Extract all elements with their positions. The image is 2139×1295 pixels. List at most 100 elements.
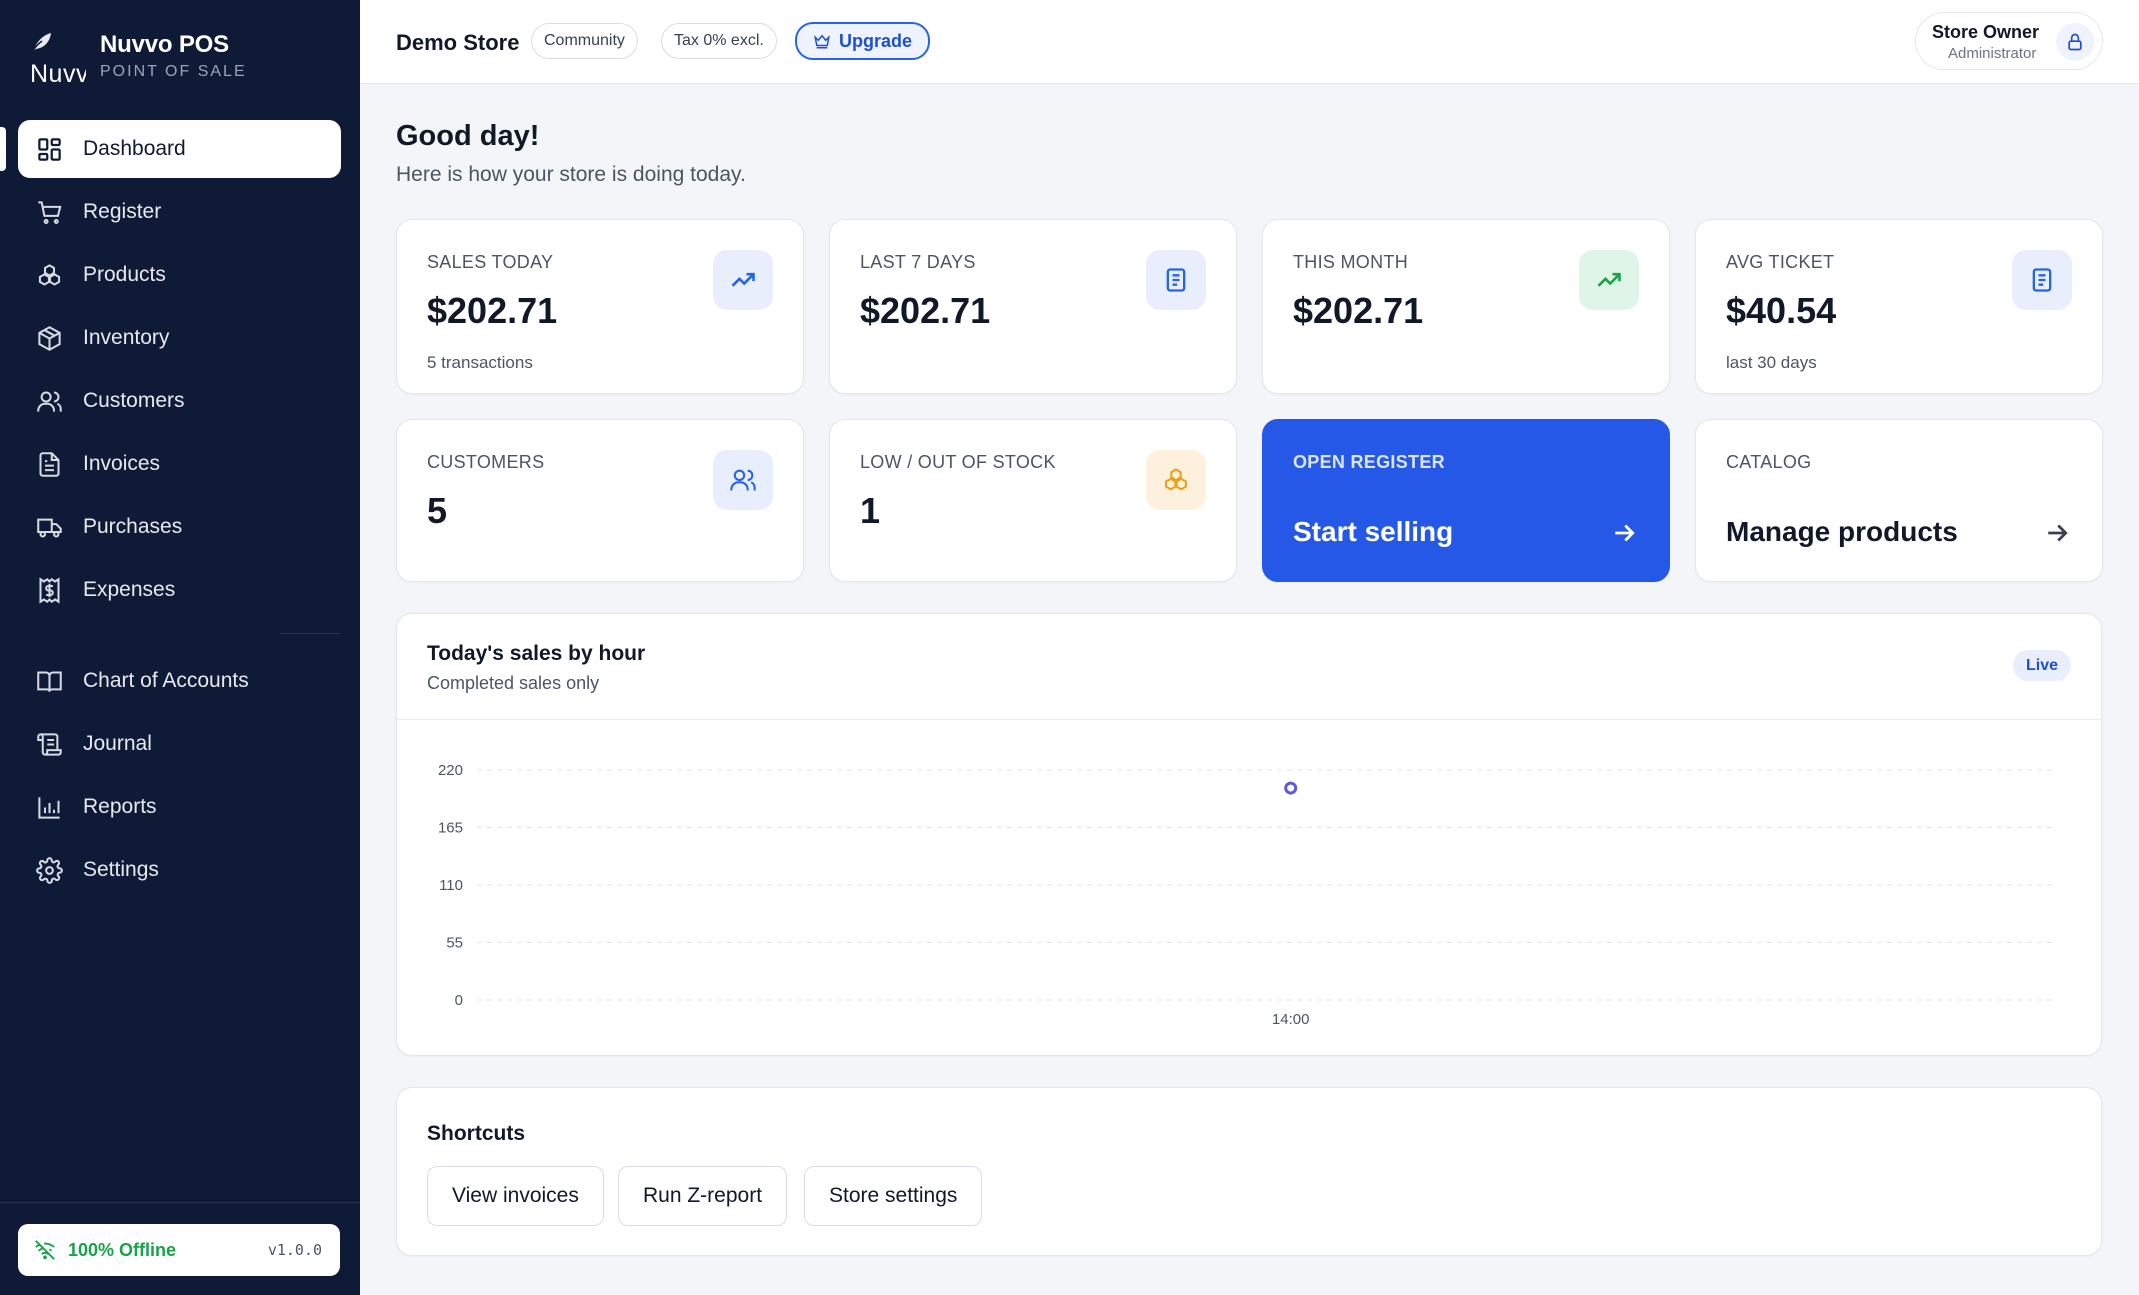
leaf-icon: [32, 33, 51, 52]
sidebar-item-register[interactable]: Register: [18, 183, 341, 241]
action-title: Start selling: [1293, 516, 1454, 547]
upgrade-button[interactable]: Upgrade: [795, 22, 931, 60]
crown-icon: [814, 34, 830, 49]
sidebar: Nuvvo Nuvvo POS POINT OF SALE Dashboard …: [0, 0, 360, 1295]
action-title: Manage products: [1726, 516, 1958, 547]
sidebar-item-products[interactable]: Products: [18, 246, 341, 304]
brand-name: Nuvvo POS: [100, 31, 229, 58]
stat-icon-badge: [1579, 250, 1639, 310]
stat-label: LOW / OUT OF STOCK: [860, 452, 1056, 472]
user-name: Store Owner: [1932, 22, 2040, 42]
y-tick-label: 0: [455, 992, 463, 1009]
sidebar-item-expenses[interactable]: Expenses: [18, 561, 341, 619]
sidebar-item-label: Products: [83, 263, 166, 286]
stat-icon-badge: [1146, 250, 1206, 310]
store-settings-button[interactable]: Store settings: [804, 1166, 983, 1226]
y-tick-label: 220: [438, 762, 463, 779]
shortcuts-card: Shortcuts View invoices Run Z-report Sto…: [396, 1087, 2102, 1256]
action-label: OPEN REGISTER: [1293, 452, 1445, 472]
stat-value: 5: [427, 490, 448, 531]
stat-label: THIS MONTH: [1293, 252, 1408, 272]
stat-label: CUSTOMERS: [427, 452, 545, 472]
y-tick-label: 110: [439, 877, 463, 894]
sidebar-item-journal[interactable]: Journal: [18, 715, 341, 773]
sidebar-item-label: Settings: [83, 858, 159, 881]
sidebar-item-customers[interactable]: Customers: [18, 372, 341, 430]
stat-card-last-7-days: LAST 7 DAYS $202.71: [829, 219, 1237, 394]
upgrade-label: Upgrade: [839, 30, 913, 51]
stat-icon-badge: [1146, 450, 1206, 510]
boxes-icon: [1165, 468, 1187, 491]
chart-title: Today's sales by hour: [427, 642, 646, 665]
book-icon: [37, 670, 62, 692]
stat-value: $202.71: [1293, 290, 1424, 331]
arrow-right-icon: [2048, 524, 2068, 542]
data-point[interactable]: [1284, 781, 1298, 795]
offline-status[interactable]: 100% Offline v1.0.0: [18, 1224, 340, 1276]
page-title: Good day!: [396, 120, 540, 152]
cart-icon: [38, 200, 62, 224]
action-label: CATALOG: [1726, 452, 1812, 472]
receipt-dollar-icon: [39, 576, 60, 604]
app-version: v1.0.0: [267, 1241, 322, 1259]
sidebar-item-settings[interactable]: Settings: [18, 841, 341, 899]
y-tick-label: 165: [438, 820, 463, 837]
sidebar-item-dashboard[interactable]: Dashboard: [18, 120, 341, 178]
page-subtitle: Here is how your store is doing today.: [396, 163, 746, 186]
stat-label: SALES TODAY: [427, 252, 554, 272]
users-icon: [730, 469, 756, 491]
stat-icon-badge: [2012, 250, 2072, 310]
boxes-icon: [38, 263, 61, 286]
sidebar-item-invoices[interactable]: Invoices: [18, 435, 341, 493]
sidebar-item-inventory[interactable]: Inventory: [18, 309, 341, 367]
stat-icon-badge: [713, 450, 773, 510]
stat-value: 1: [860, 490, 881, 531]
stat-subtext: last 30 days: [1726, 353, 1817, 372]
stat-card-customers: CUSTOMERS 5: [396, 419, 804, 582]
run-z-report-button[interactable]: Run Z-report: [618, 1166, 788, 1226]
brand-logo[interactable]: Nuvvo: [28, 30, 86, 87]
scroll-icon: [37, 732, 62, 756]
sidebar-item-label: Dashboard: [83, 137, 186, 160]
live-badge: Live: [2012, 650, 2071, 681]
sidebar-item-purchases[interactable]: Purchases: [18, 498, 341, 556]
stat-value: $202.71: [427, 290, 558, 331]
stat-card-this-month: THIS MONTH $202.71: [1262, 219, 1670, 394]
brand-logo-text: Nuvvo: [30, 62, 86, 87]
brand-subtitle: POINT OF SALE: [100, 63, 247, 80]
arrow-right-icon: [1615, 524, 1635, 542]
sales-chart: 0 55 110 165 220 14:00: [438, 762, 2057, 1028]
top-header: Demo Store Community Tax 0% excl. Upgrad…: [360, 0, 2139, 84]
stat-subtext: 5 transactions: [427, 353, 533, 372]
open-register-card[interactable]: OPEN REGISTER Start selling: [1262, 419, 1670, 582]
lock-button[interactable]: [2056, 23, 2094, 61]
offline-label: 100% Offline: [68, 1239, 177, 1260]
sidebar-item-label: Reports: [83, 795, 157, 818]
active-nav-indicator: [0, 127, 6, 171]
sidebar-item-reports[interactable]: Reports: [18, 778, 341, 836]
sidebar-item-label: Journal: [83, 732, 152, 755]
nav-divider: [280, 633, 340, 634]
package-icon: [38, 325, 61, 351]
store-name[interactable]: Demo Store: [396, 30, 519, 56]
trending-up-icon: [731, 272, 755, 287]
sidebar-footer-divider: [0, 1202, 360, 1203]
trending-up-icon: [1597, 272, 1621, 287]
catalog-card[interactable]: CATALOG Manage products: [1695, 419, 2103, 582]
sales-by-hour-card: Today's sales by hour Completed sales on…: [396, 613, 2102, 1056]
y-tick-label: 55: [446, 935, 463, 952]
chart-subtitle: Completed sales only: [427, 673, 600, 693]
sidebar-nav: Dashboard Register Products Inventory Cu…: [18, 120, 341, 904]
sidebar-item-chart-of-accounts[interactable]: Chart of Accounts: [18, 652, 341, 710]
sidebar-item-label: Purchases: [83, 515, 183, 538]
sidebar-item-label: Register: [83, 200, 162, 223]
lock-icon: [2068, 33, 2082, 51]
user-menu[interactable]: Store Owner Administrator: [1915, 12, 2103, 70]
stat-value: $40.54: [1726, 290, 1837, 331]
x-tick-label: 14:00: [1272, 1011, 1310, 1028]
view-invoices-button[interactable]: View invoices: [427, 1166, 604, 1226]
stat-label: AVG TICKET: [1726, 252, 1835, 272]
receipt-icon: [1166, 268, 1186, 292]
tax-badge: Tax 0% excl.: [661, 23, 777, 59]
gear-icon: [36, 856, 63, 884]
